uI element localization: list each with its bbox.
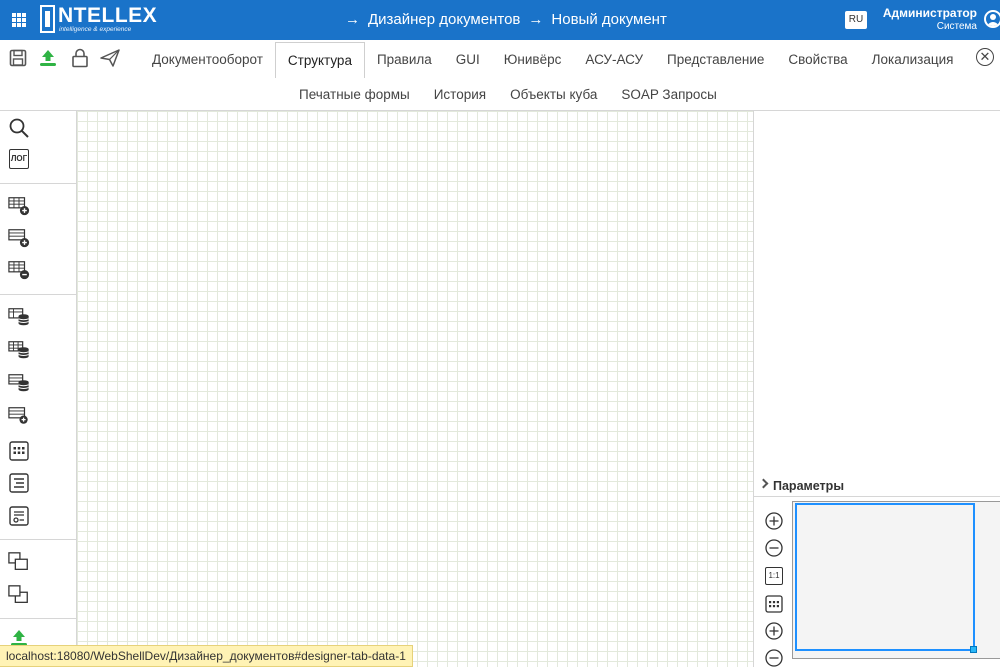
table-database-icon[interactable] <box>8 306 30 328</box>
send-back-icon[interactable] <box>8 584 30 606</box>
zoom-reset-button[interactable]: 1:1 <box>765 567 783 585</box>
tab-localization[interactable]: Локализация <box>860 40 966 78</box>
add-table-icon[interactable] <box>8 195 30 217</box>
logo-text: NTELLEX <box>58 4 158 27</box>
user-avatar-icon[interactable] <box>984 10 1000 28</box>
breadcrumb-arrow-icon: → <box>528 11 544 28</box>
tab-view[interactable]: Представление <box>655 40 776 78</box>
log-label: ЛОГ <box>9 149 29 169</box>
send-icon[interactable] <box>100 48 120 68</box>
design-canvas[interactable] <box>77 111 753 667</box>
log-button[interactable]: ЛОГ <box>8 148 30 170</box>
tab-gui[interactable]: GUI <box>444 40 492 78</box>
grid-database-icon[interactable] <box>8 339 30 361</box>
tab-print-forms[interactable]: Печатные формы <box>287 87 422 102</box>
breadcrumb: → Дизайнер документов → Новый документ <box>345 11 667 28</box>
fit-grid-icon[interactable] <box>765 595 783 613</box>
tab-structure[interactable]: Структура <box>274 42 365 78</box>
parameters-label: Параметры <box>773 479 844 493</box>
zoom-in-icon[interactable] <box>765 622 783 640</box>
status-url-tooltip: localhost:18080/WebShellDev/Дизайнер_док… <box>0 645 413 667</box>
zoom-out-icon[interactable] <box>765 539 783 557</box>
zoom-controls: 1:1 <box>754 498 792 667</box>
add-row-icon[interactable] <box>8 227 30 249</box>
tab-asu-asu[interactable]: АСУ-АСУ <box>573 40 655 78</box>
tab-universe[interactable]: Юнивёрс <box>492 40 574 78</box>
sidebar-divider <box>0 539 76 540</box>
breadcrumb-item-designer[interactable]: Дизайнер документов <box>368 11 520 28</box>
tabs-secondary: Печатные формы История Объекты куба SOAP… <box>287 78 729 110</box>
chevron-right-icon <box>758 478 769 489</box>
apps-grid-icon[interactable] <box>12 13 26 27</box>
tab-history[interactable]: История <box>422 87 498 102</box>
remove-table-icon[interactable] <box>8 259 30 281</box>
add-record-icon[interactable] <box>8 405 30 427</box>
rows-database-icon[interactable] <box>8 372 30 394</box>
tab-rules[interactable]: Правила <box>365 40 444 78</box>
minimap-resize-handle[interactable] <box>970 646 977 653</box>
user-role: Система <box>936 21 977 32</box>
sidebar-divider <box>0 294 76 295</box>
tab-cube-objects[interactable]: Объекты куба <box>498 87 609 102</box>
list-form-icon[interactable] <box>8 472 30 494</box>
breadcrumb-arrow-icon: → <box>345 11 360 28</box>
tool-sidebar: ЛОГ <box>0 111 77 667</box>
bring-front-icon[interactable] <box>8 551 30 573</box>
tab-document-flow[interactable]: Документооборот <box>140 40 275 78</box>
settings-form-icon[interactable] <box>8 505 30 527</box>
zoom-in-icon[interactable] <box>765 512 783 530</box>
properties-panel: Параметры 1:1 <box>753 111 1000 667</box>
logo-mark-icon <box>40 5 55 33</box>
zoom-reset-label: 1:1 <box>765 567 783 585</box>
search-icon[interactable] <box>8 117 30 139</box>
zoom-out-icon[interactable] <box>765 649 783 667</box>
matrix-icon[interactable] <box>8 440 30 462</box>
save-icon[interactable] <box>8 48 28 68</box>
sidebar-divider <box>0 618 76 619</box>
language-switch[interactable]: RU <box>845 11 867 29</box>
minimap-viewport[interactable] <box>795 503 975 651</box>
parameters-header[interactable]: Параметры <box>754 475 1000 497</box>
tab-properties[interactable]: Свойства <box>776 40 859 78</box>
user-info[interactable]: Администратор Система <box>880 6 977 33</box>
tab-soap-requests[interactable]: SOAP Запросы <box>609 87 728 102</box>
lock-icon[interactable] <box>70 48 90 68</box>
tabs-primary: Документооборот Структура Правила GUI Юн… <box>140 40 965 78</box>
close-icon[interactable]: ✕ <box>976 48 994 66</box>
minimap[interactable] <box>792 501 1000 659</box>
upload-icon[interactable] <box>38 48 58 68</box>
breadcrumb-item-new-document: Новый документ <box>551 11 667 28</box>
app-header: NTELLEX intelligence & experience → Диза… <box>0 0 1000 40</box>
main-toolbar: Документооборот Структура Правила GUI Юн… <box>0 40 1000 111</box>
logo-tagline: intelligence & experience <box>59 26 132 33</box>
user-name: Администратор <box>882 6 977 20</box>
sidebar-divider <box>0 183 76 184</box>
